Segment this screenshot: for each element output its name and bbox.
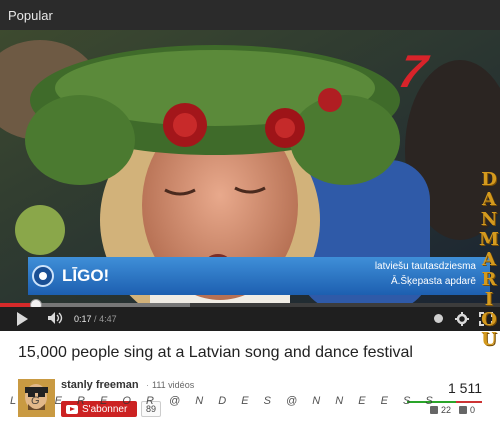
header-bar: Popular xyxy=(0,0,500,30)
player-controls: 0:17 / 4:47 xyxy=(0,307,500,331)
like-count: 22 xyxy=(441,405,452,415)
side-watermark-letter: D xyxy=(481,169,497,190)
info-icon[interactable] xyxy=(434,314,443,323)
volume-icon[interactable] xyxy=(47,311,63,325)
view-count: 1 511 xyxy=(448,380,482,396)
separator-dot: · xyxy=(146,380,149,390)
lower-third-banner: LĪGO! latviešu tautasdziesma Ā.Šķepasta … xyxy=(28,257,490,295)
video-player[interactable]: 7 LĪGO! latviešu tautasdziesma Ā.Šķepast… xyxy=(0,30,500,305)
festival-logo-icon xyxy=(32,265,54,287)
like-icon[interactable] xyxy=(430,406,438,414)
side-watermark-letter: I xyxy=(484,289,494,310)
dislike-count: 0 xyxy=(470,405,476,415)
side-watermark-letter: M xyxy=(479,229,499,250)
channel-name-link[interactable]: stanly freeman xyxy=(61,379,139,391)
side-watermark-letter: O xyxy=(481,309,497,330)
lower-third-subtitle-2: Ā.Šķepasta apdarē xyxy=(390,276,476,287)
side-watermark-letter: A xyxy=(482,189,496,210)
side-watermark: DANMARIOU xyxy=(479,170,499,350)
dislike-icon[interactable] xyxy=(459,406,467,414)
lower-third-title: LĪGO! xyxy=(62,266,110,285)
time-separator: / xyxy=(94,314,97,324)
lower-third-subtitle-1: latviešu tautasdziesma xyxy=(374,261,476,272)
side-watermark-letter: A xyxy=(482,249,496,270)
current-time: 0:17 xyxy=(74,314,92,324)
duration: 4:47 xyxy=(99,314,117,324)
section-label: Popular xyxy=(8,8,53,23)
videos-count: · 111 vidéos xyxy=(146,380,194,390)
bottom-watermark: L G E R E O R @ N D E S @ N N E E S S xyxy=(10,395,439,407)
time-display: 0:17 / 4:47 xyxy=(74,314,117,324)
videos-count-text: 111 vidéos xyxy=(152,380,195,390)
gear-icon[interactable] xyxy=(455,312,469,326)
play-icon[interactable] xyxy=(17,312,28,326)
video-title: 15,000 people sing at a Latvian song and… xyxy=(18,344,413,361)
side-watermark-letter: N xyxy=(480,209,498,230)
side-watermark-letter: U xyxy=(481,329,497,350)
side-watermark-letter: R xyxy=(481,269,497,290)
